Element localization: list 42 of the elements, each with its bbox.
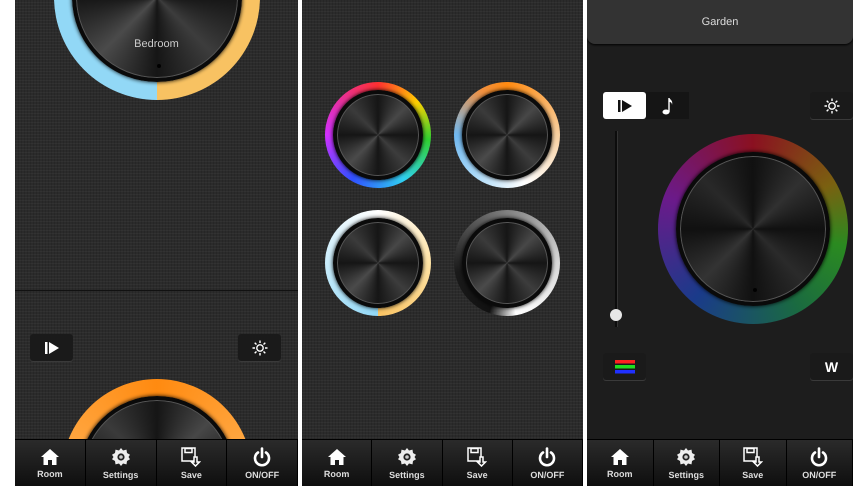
sun-icon <box>252 340 268 356</box>
slider-thumb[interactable] <box>610 309 622 322</box>
rgb-lines-icon <box>614 360 634 374</box>
preset-wheel[interactable] <box>454 210 560 316</box>
save-icon <box>467 446 488 466</box>
brightness-button[interactable] <box>238 334 281 361</box>
save-tab[interactable]: Save <box>156 440 228 486</box>
color-wheel[interactable]: Bedroom <box>54 0 260 100</box>
music-mode-button[interactable] <box>646 92 689 119</box>
play-icon <box>44 340 60 354</box>
play-icon <box>616 98 632 112</box>
preset-wheel[interactable] <box>325 82 431 188</box>
power-tab[interactable]: ON/OFF <box>786 440 853 486</box>
room-tab[interactable]: Room <box>302 440 372 486</box>
preset-wheel[interactable] <box>325 210 431 316</box>
power-tab[interactable]: ON/OFF <box>227 440 298 486</box>
save-icon <box>181 446 202 466</box>
room-label: Bedroom <box>134 38 179 50</box>
power-icon <box>809 446 830 466</box>
settings-icon <box>396 446 417 466</box>
settings-tab[interactable]: Settings <box>86 440 156 486</box>
home-icon <box>326 448 347 466</box>
power-tab[interactable]: ON/OFF <box>512 440 583 486</box>
home-icon <box>40 448 60 466</box>
save-icon <box>742 446 763 466</box>
preset-wheel[interactable] <box>454 82 560 188</box>
room-tab[interactable]: Room <box>587 440 654 486</box>
settings-tab[interactable]: Settings <box>372 440 442 486</box>
power-icon <box>537 446 558 466</box>
play-button[interactable] <box>30 334 73 361</box>
play-mode-button[interactable] <box>603 92 646 119</box>
save-tab[interactable]: Save <box>442 440 513 486</box>
power-icon <box>252 446 272 466</box>
home-icon <box>610 448 630 466</box>
settings-tab[interactable]: Settings <box>654 440 720 486</box>
sun-icon <box>824 98 840 114</box>
settings-icon <box>676 446 696 466</box>
room-tab[interactable]: Room <box>15 440 86 486</box>
music-note-icon <box>662 96 674 114</box>
settings-icon <box>110 446 131 466</box>
room-title: Garden <box>702 16 738 30</box>
save-tab[interactable]: Save <box>720 440 786 486</box>
